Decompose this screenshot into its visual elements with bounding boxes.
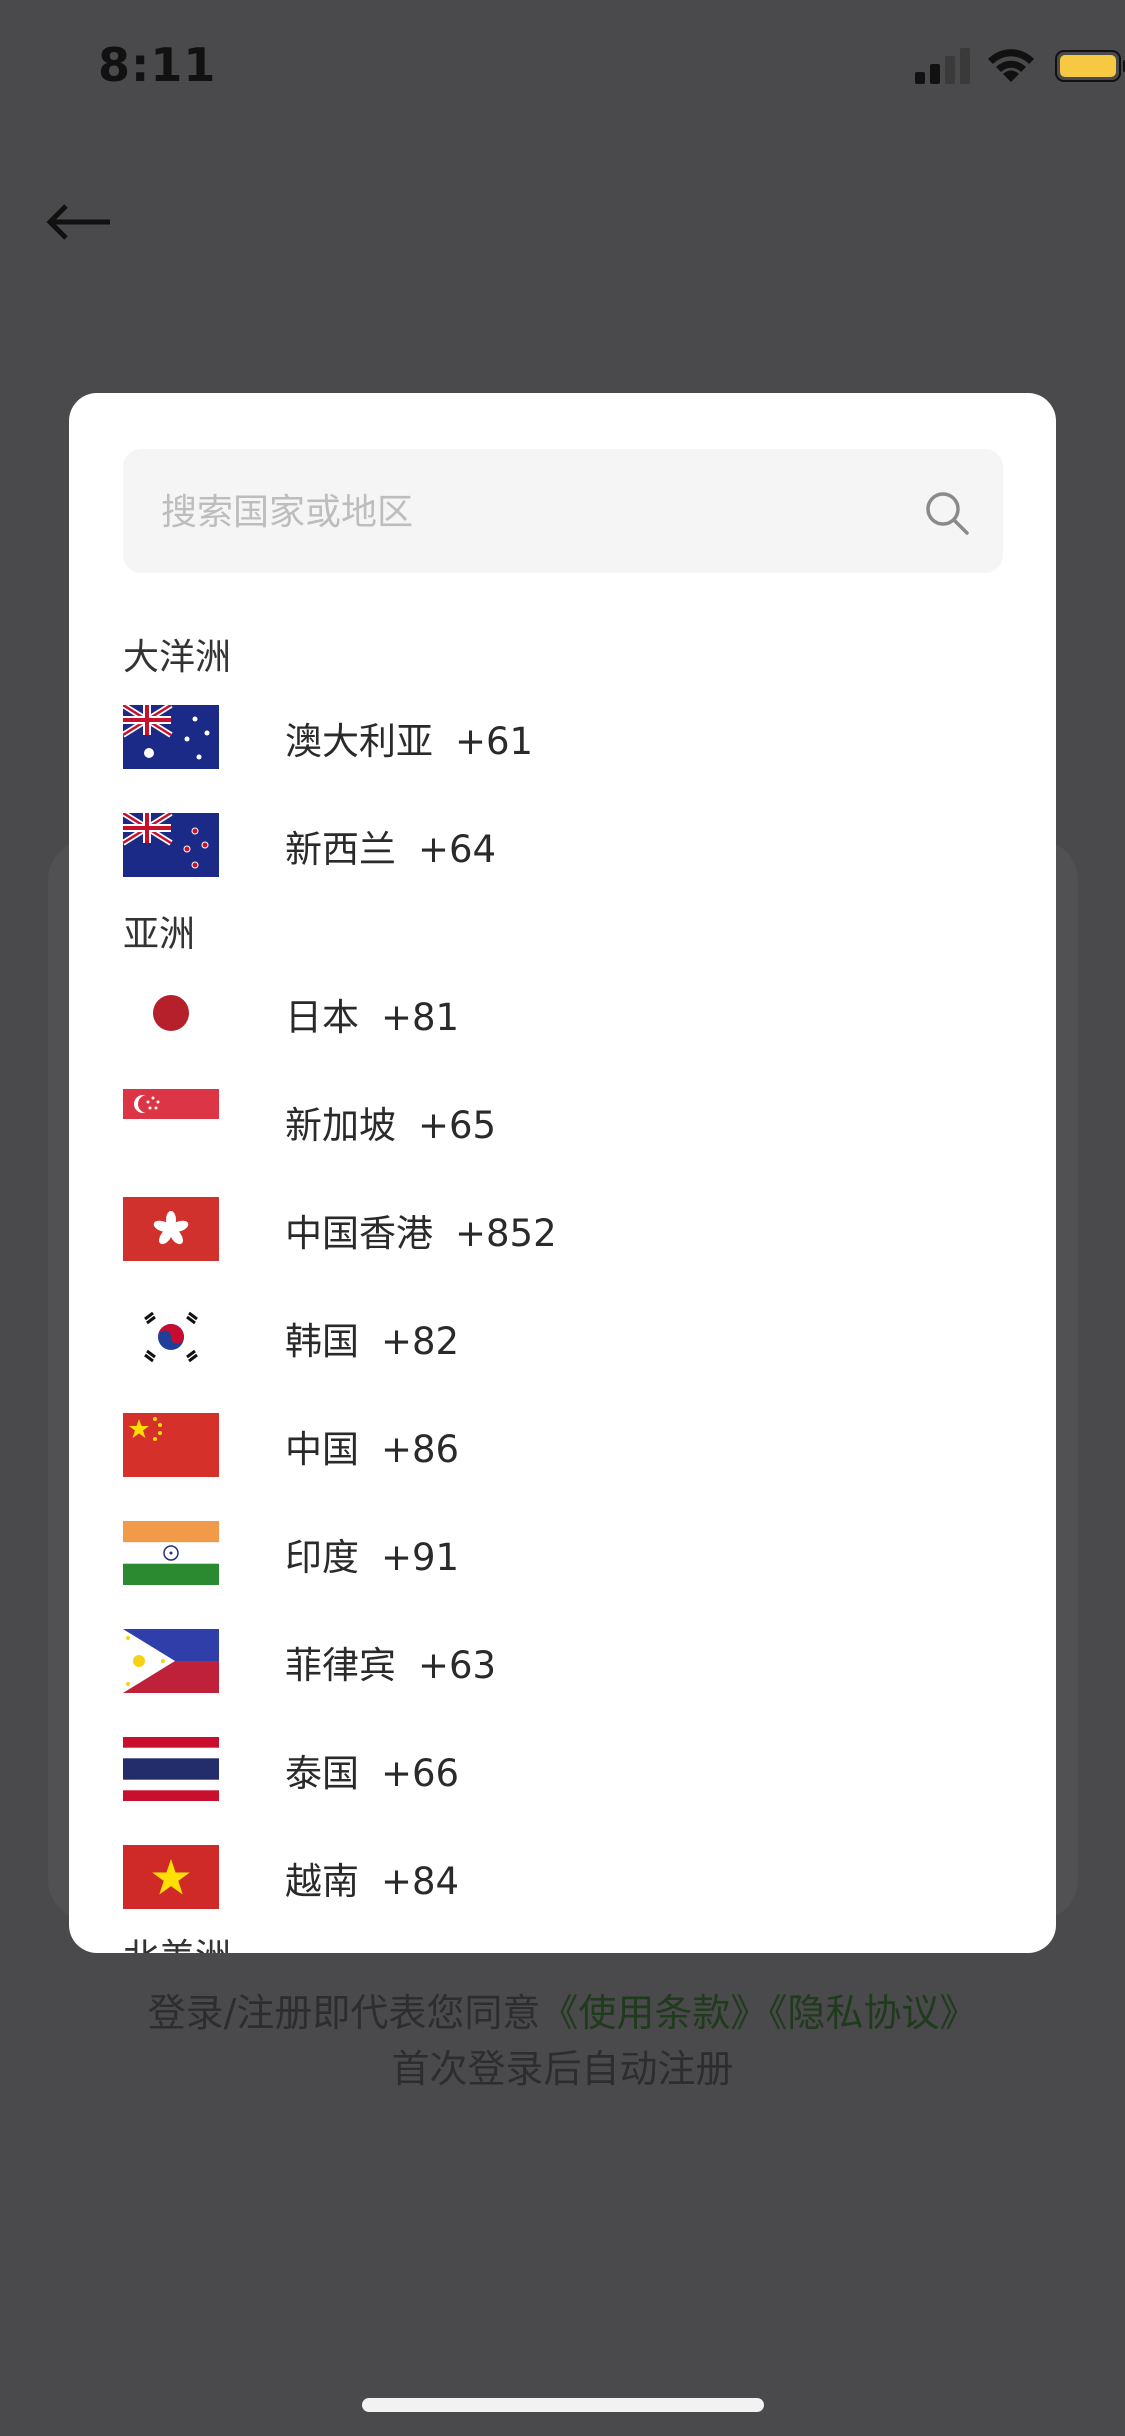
country-label: 日本 +81 [285, 996, 460, 1039]
country-label: 新西兰 +64 [285, 828, 497, 871]
country-row-singapore[interactable]: 新加坡 +65 [123, 1089, 1003, 1153]
vietnam-flag-icon [123, 1845, 219, 1909]
country-row-thailand[interactable]: 泰国 +66 [123, 1737, 1003, 1801]
section-title-asia: 亚洲 [123, 914, 196, 955]
terms-prefix: 登录/注册即代表您同意 [147, 1991, 541, 2035]
japan-flag-icon [123, 981, 219, 1045]
country-row-china[interactable]: 中国 +86 [123, 1413, 1003, 1477]
hong-kong-flag-icon [123, 1197, 219, 1261]
country-label: 中国 +86 [285, 1428, 460, 1471]
home-indicator [362, 2398, 764, 2412]
country-row-india[interactable]: 印度 +91 [123, 1521, 1003, 1585]
country-label: 印度 +91 [285, 1536, 460, 1579]
section-title-north-america: 北美洲 [123, 1928, 231, 1953]
auto-register-note: 首次登录后自动注册 [391, 2047, 734, 2091]
country-row-vietnam[interactable]: 越南 +84 [123, 1845, 1003, 1909]
section-title-oceania: 大洋洲 [123, 637, 232, 678]
australia-flag-icon [123, 705, 219, 769]
battery-icon [1055, 50, 1125, 82]
country-label: 澳大利亚 +61 [285, 720, 534, 763]
wifi-icon [988, 49, 1034, 82]
signal-icon [915, 48, 970, 84]
search-icon[interactable] [923, 489, 971, 537]
south-korea-flag-icon [123, 1305, 219, 1369]
country-row-new-zealand[interactable]: 新西兰 +64 [123, 813, 1003, 877]
philippines-flag-icon [123, 1629, 219, 1693]
thailand-flag-icon [123, 1737, 219, 1801]
terms-notice: 登录/注册即代表您同意《使用条款》《隐私协议》 首次登录后自动注册 [0, 1985, 1125, 2097]
country-row-south-korea[interactable]: 韩国 +82 [123, 1305, 1003, 1369]
singapore-flag-icon [123, 1089, 219, 1153]
country-label: 菲律宾 +63 [285, 1644, 497, 1687]
new-zealand-flag-icon [123, 813, 219, 877]
country-label: 泰国 +66 [285, 1752, 460, 1795]
country-row-australia[interactable]: 澳大利亚 +61 [123, 705, 1003, 769]
china-flag-icon [123, 1413, 219, 1477]
country-row-japan[interactable]: 日本 +81 [123, 981, 1003, 1045]
country-label: 韩国 +82 [285, 1320, 460, 1363]
country-label: 越南 +84 [285, 1860, 460, 1903]
back-arrow-icon[interactable] [44, 202, 114, 242]
country-label: 新加坡 +65 [285, 1104, 497, 1147]
country-picker-modal: 大洋洲 澳大利亚+61 [69, 393, 1056, 1953]
country-row-hong-kong[interactable]: 中国香港 +852 [123, 1197, 1003, 1261]
search-input[interactable] [159, 449, 903, 575]
country-label: 中国香港 +852 [285, 1212, 557, 1255]
terms-of-use-link[interactable]: 《使用条款》 [540, 1991, 768, 2035]
search-bar[interactable] [123, 449, 1003, 575]
country-row-philippines[interactable]: 菲律宾 +63 [123, 1629, 1003, 1693]
privacy-policy-link[interactable]: 《隐私协议》 [768, 1991, 977, 2035]
status-time: 8:11 [98, 38, 217, 92]
india-flag-icon [123, 1521, 219, 1585]
